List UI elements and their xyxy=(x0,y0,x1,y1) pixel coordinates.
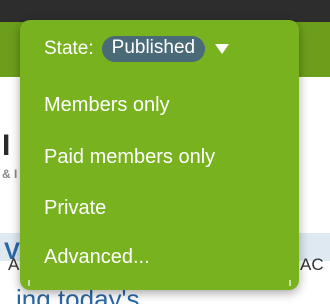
caret-down-icon[interactable] xyxy=(215,44,230,54)
state-badge[interactable]: Published xyxy=(101,36,206,62)
resize-handle-left xyxy=(28,280,30,286)
menu-item-paid-members-only[interactable]: Paid members only xyxy=(44,147,215,167)
state-label: State: xyxy=(44,38,94,59)
background-text-fragment: & I xyxy=(2,167,18,181)
background-text-fragment: I xyxy=(2,129,11,162)
background-text-fragment: AC xyxy=(300,255,324,274)
menu-item-private[interactable]: Private xyxy=(44,198,106,218)
background-top-bar xyxy=(0,0,330,22)
menu-item-advanced[interactable]: Advanced... xyxy=(44,247,150,267)
state-selector[interactable]: State: Published xyxy=(44,34,230,64)
menu-item-members-only[interactable]: Members only xyxy=(44,95,170,115)
resize-handle-right xyxy=(289,280,291,286)
state-dropdown-menu: State: Published Members only Paid membe… xyxy=(20,20,299,290)
